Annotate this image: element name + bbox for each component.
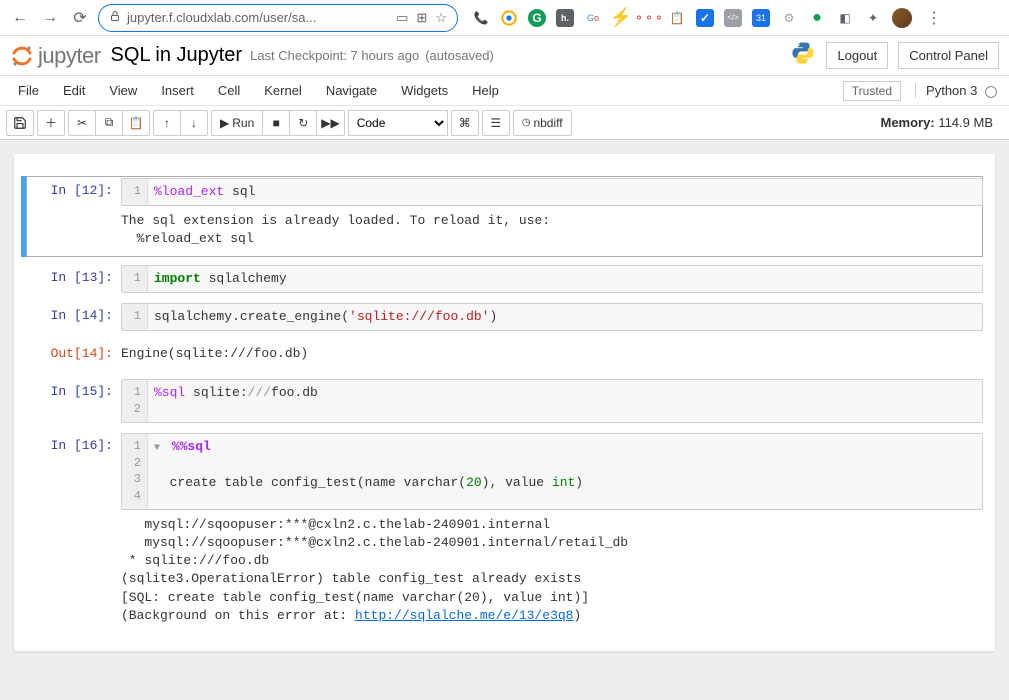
line-gutter: 1: [122, 266, 148, 292]
kernel-indicator[interactable]: Python 3: [915, 83, 997, 98]
translate-icon[interactable]: ▭: [396, 10, 408, 26]
command-palette-button[interactable]: ⌘: [451, 110, 479, 136]
input-prompt: In [14]:: [26, 303, 121, 331]
code-input[interactable]: 1 2 %sql sqlite:///foo.db: [121, 379, 983, 423]
lock-icon: [109, 10, 121, 25]
code-cell[interactable]: In [14]: 1 sqlalchemy.create_engine('sql…: [26, 301, 983, 333]
code-input[interactable]: 1 sqlalchemy.create_engine('sqlite:///fo…: [121, 303, 983, 331]
ext-icon-5[interactable]: Go: [584, 9, 602, 27]
ext-icon-4[interactable]: h.: [556, 9, 574, 27]
menu-view[interactable]: View: [97, 79, 149, 102]
menu-insert[interactable]: Insert: [149, 79, 206, 102]
output-prompt: Out[14]:: [26, 341, 121, 369]
code-input[interactable]: 1 2 3 4 ▼ %%sql create table config_test…: [121, 433, 983, 510]
jupyter-logo-icon: [10, 44, 34, 68]
reload-button[interactable]: ⟳: [68, 6, 92, 30]
table-of-contents-button[interactable]: ☰: [482, 110, 510, 136]
cell-output: Engine(sqlite:///foo.db): [121, 341, 983, 369]
cell-output: The sql extension is already loaded. To …: [121, 206, 983, 254]
ext-icon-14[interactable]: ◧: [836, 9, 854, 27]
ext-icon-8[interactable]: 📋: [668, 9, 686, 27]
fold-arrow-icon[interactable]: ▼: [154, 442, 164, 456]
code-cell[interactable]: In [12]: 1 %load_ext sql The sql extensi…: [21, 176, 983, 257]
input-prompt: In [12]:: [26, 178, 121, 255]
restart-run-all-button[interactable]: ▶▶: [316, 110, 344, 136]
memory-indicator: Memory: 114.9 MB: [881, 115, 1004, 130]
code-cell[interactable]: In [13]: 1 import sqlalchemy: [26, 263, 983, 295]
code-cell[interactable]: In [15]: 1 2 %sql sqlite:///foo.db: [26, 377, 983, 425]
ext-icon-1[interactable]: 📞: [472, 9, 490, 27]
save-button[interactable]: [6, 110, 34, 136]
logout-button[interactable]: Logout: [826, 42, 888, 69]
ext-icon-13[interactable]: ●: [808, 9, 826, 27]
ext-icon-9[interactable]: ✓: [696, 9, 714, 27]
restart-button[interactable]: ↻: [289, 110, 317, 136]
ext-icon-10[interactable]: </>: [724, 9, 742, 27]
paste-button[interactable]: 📋: [122, 110, 150, 136]
ext-icon-11[interactable]: 31: [752, 9, 770, 27]
move-down-button[interactable]: ↓: [180, 110, 208, 136]
autosave-text: (autosaved): [425, 48, 494, 63]
line-gutter: 1 2: [122, 380, 148, 422]
code-cell[interactable]: In [16]: 1 2 3 4 ▼ %%sql create table co…: [26, 431, 983, 633]
notebook-title[interactable]: SQL in Jupyter: [111, 44, 243, 67]
install-icon[interactable]: ⊞: [416, 10, 427, 26]
input-prompt: In [13]:: [26, 265, 121, 293]
address-bar[interactable]: jupyter.f.cloudxlab.com/user/sa... ▭ ⊞ ☆: [98, 4, 458, 32]
menu-cell[interactable]: Cell: [206, 79, 252, 102]
notebook: In [12]: 1 %load_ext sql The sql extensi…: [14, 154, 995, 651]
menu-widgets[interactable]: Widgets: [389, 79, 460, 102]
jupyter-logo[interactable]: jupyter: [10, 43, 101, 69]
move-up-button[interactable]: ↑: [153, 110, 181, 136]
ext-icon-7[interactable]: ⚬⚬⚬: [640, 9, 658, 27]
code-input[interactable]: 1 import sqlalchemy: [121, 265, 983, 293]
ext-icon-12[interactable]: ⚙: [780, 9, 798, 27]
nbdiff-button[interactable]: ◷ nbdiff: [513, 110, 572, 136]
line-gutter: 1: [122, 179, 148, 205]
ext-icon-6[interactable]: ⚡: [612, 9, 630, 27]
menu-bar: File Edit View Insert Cell Kernel Naviga…: [0, 76, 1009, 106]
browser-toolbar: ← → ⟳ jupyter.f.cloudxlab.com/user/sa...…: [0, 0, 1009, 36]
extension-icons: 📞 G h. Go ⚡ ⚬⚬⚬ 📋 ✓ </> 31 ⚙ ● ◧ ✦ ⋮: [472, 6, 946, 30]
kernel-status-icon: [985, 86, 997, 98]
star-icon[interactable]: ☆: [435, 10, 447, 26]
control-panel-button[interactable]: Control Panel: [898, 42, 999, 69]
add-cell-button[interactable]: ＋: [37, 110, 65, 136]
input-prompt: In [16]:: [26, 433, 121, 631]
line-gutter: 1 2 3 4: [122, 434, 148, 509]
line-gutter: 1: [122, 304, 148, 330]
menu-kernel[interactable]: Kernel: [252, 79, 314, 102]
profile-avatar[interactable]: [892, 8, 912, 28]
url-text: jupyter.f.cloudxlab.com/user/sa...: [127, 10, 316, 25]
code-input[interactable]: 1 %load_ext sql: [121, 178, 983, 206]
extensions-menu-icon[interactable]: ✦: [864, 9, 882, 27]
browser-menu-icon[interactable]: ⋮: [922, 6, 946, 30]
checkpoint-text: Last Checkpoint: 7 hours ago: [250, 48, 419, 63]
menu-file[interactable]: File: [6, 79, 51, 102]
menu-navigate[interactable]: Navigate: [314, 79, 389, 102]
interrupt-button[interactable]: ■: [262, 110, 290, 136]
jupyter-header: jupyter SQL in Jupyter Last Checkpoint: …: [0, 36, 1009, 76]
ext-icon-3[interactable]: G: [528, 9, 546, 27]
output-row: Out[14]: Engine(sqlite:///foo.db): [26, 339, 983, 371]
toolbar: ＋ ✂ ⧉ 📋 ↑ ↓ ▶ Run ■ ↻ ▶▶ Code ⌘ ☰ ◷ nbdi…: [0, 106, 1009, 140]
trusted-badge[interactable]: Trusted: [843, 81, 901, 101]
cell-output: mysql://sqoopuser:***@cxln2.c.thelab-240…: [121, 510, 983, 631]
forward-button[interactable]: →: [38, 6, 62, 30]
python-logo-icon: [790, 40, 816, 72]
input-prompt: In [15]:: [26, 379, 121, 423]
back-button[interactable]: ←: [8, 6, 32, 30]
cut-button[interactable]: ✂: [68, 110, 96, 136]
run-button[interactable]: ▶ Run: [211, 110, 263, 136]
menu-help[interactable]: Help: [460, 79, 511, 102]
ext-icon-2[interactable]: [500, 9, 518, 27]
notebook-container: In [12]: 1 %load_ext sql The sql extensi…: [0, 140, 1009, 700]
copy-button[interactable]: ⧉: [95, 110, 123, 136]
cell-type-select[interactable]: Code: [348, 110, 448, 136]
menu-edit[interactable]: Edit: [51, 79, 97, 102]
error-doc-link[interactable]: http://sqlalche.me/e/13/e3q8: [355, 608, 573, 623]
